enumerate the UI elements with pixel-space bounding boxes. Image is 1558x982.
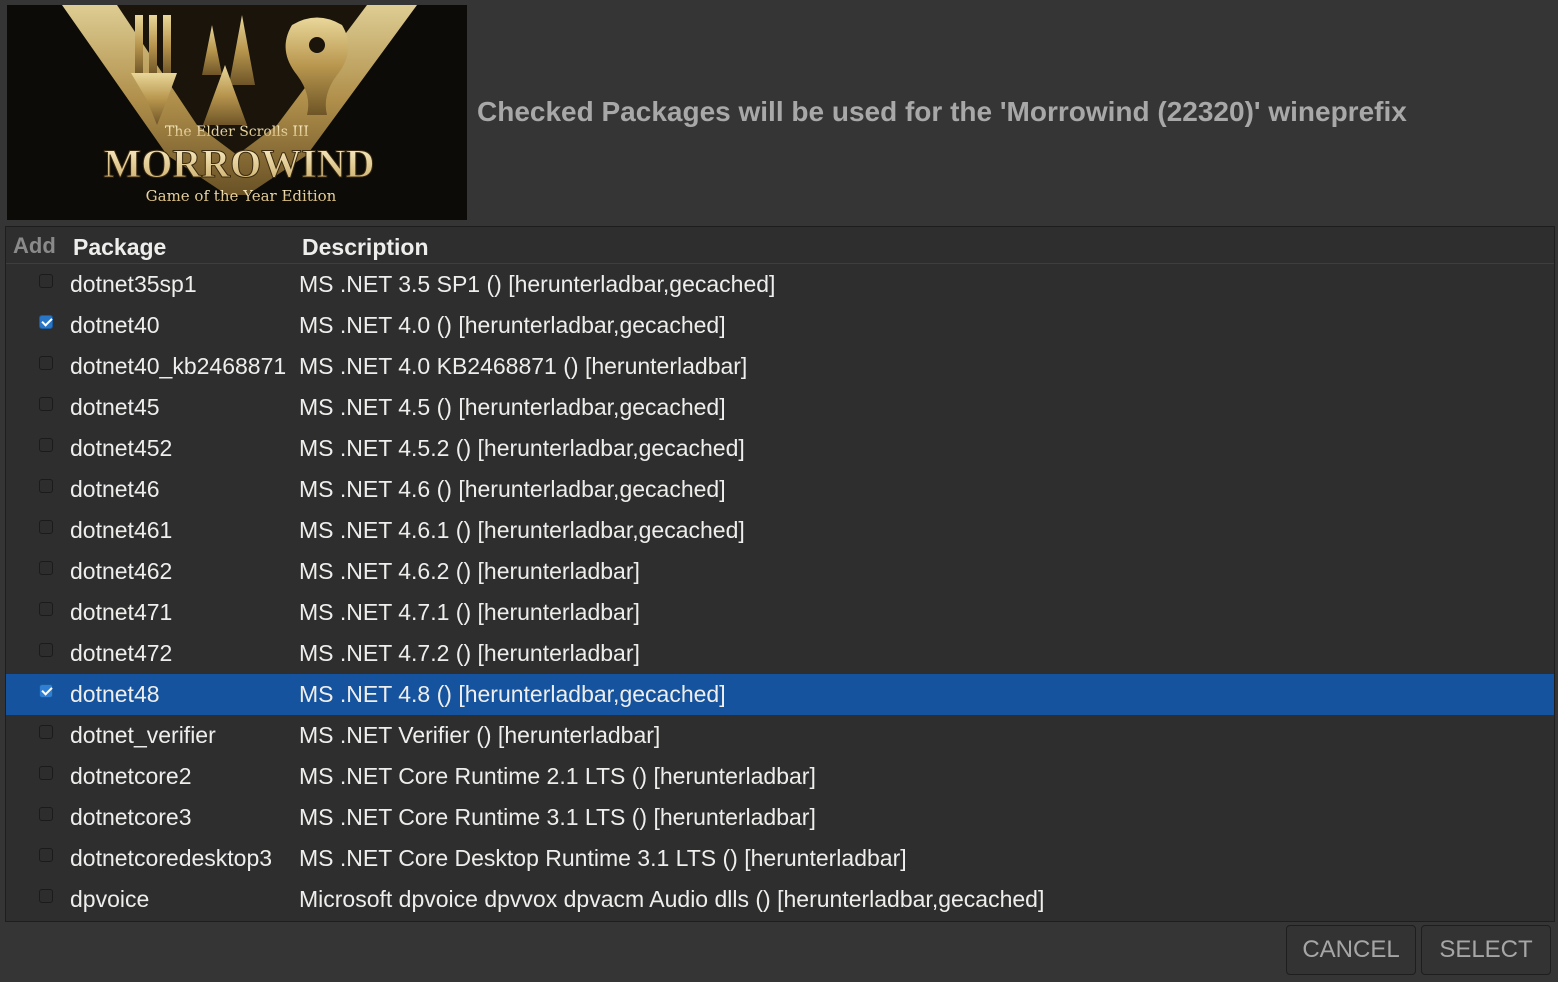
- table-row[interactable]: dotnet46 MS .NET 4.6 () [herunterladbar,g…: [6, 469, 1554, 510]
- add-checkbox[interactable]: [39, 889, 53, 903]
- package-name: dotnet462: [70, 558, 173, 584]
- banner-line1: The Elder Scrolls III: [165, 124, 309, 140]
- column-header-add[interactable]: Add: [13, 233, 56, 259]
- package-description: MS .NET 3.5 SP1 () [herunterladbar,gecac…: [299, 271, 776, 297]
- table-row[interactable]: dotnet_verifier MS .NET Verifier () [heru…: [6, 715, 1554, 756]
- add-checkbox[interactable]: [39, 643, 53, 657]
- add-checkbox[interactable]: [39, 397, 53, 411]
- table-row[interactable]: dotnet462 MS .NET 4.6.2 () [herunterladba…: [6, 551, 1554, 592]
- add-checkbox[interactable]: [39, 807, 53, 821]
- package-name: dotnet472: [70, 640, 173, 666]
- add-checkbox[interactable]: [39, 438, 53, 452]
- package-name: dotnet46: [70, 476, 160, 502]
- package-description: MS .NET 4.8 () [herunterladbar,gecached]: [299, 681, 726, 707]
- package-description: MS .NET 4.5.2 () [herunterladbar,gecache…: [299, 435, 745, 461]
- package-name: dotnetcore3: [70, 804, 192, 830]
- package-description: MS .NET 4.7.2 () [herunterladbar]: [299, 640, 640, 666]
- table-row[interactable]: dotnet45 MS .NET 4.5 () [herunterladbar,g…: [6, 387, 1554, 428]
- package-name: dotnet45: [70, 394, 160, 420]
- table-row[interactable]: dotnetcore3 MS .NET Core Runtime 3.1 LTS …: [6, 797, 1554, 838]
- package-name: dotnetcore2: [70, 763, 192, 789]
- package-name: dotnet40_kb2468871: [70, 353, 287, 379]
- add-checkbox[interactable]: [39, 725, 53, 739]
- package-description: MS .NET 4.6.1 () [herunterladbar,gecache…: [299, 517, 745, 543]
- table-row[interactable]: dpvoice Microsoft dpvoice dpvvox dpvacm A…: [6, 879, 1554, 920]
- package-name: dpvoice: [70, 886, 150, 912]
- add-checkbox[interactable]: [39, 520, 53, 534]
- package-name: dotnet471: [70, 599, 173, 625]
- table-row[interactable]: dotnet35sp1 MS .NET 3.5 SP1 () [herunterl…: [6, 264, 1554, 305]
- package-description: MS .NET Core Runtime 2.1 LTS () [herunte…: [299, 763, 816, 789]
- column-header-description[interactable]: Description: [302, 234, 429, 261]
- table-row[interactable]: dotnet471 MS .NET 4.7.1 () [herunterladba…: [6, 592, 1554, 633]
- select-button[interactable]: SELECT: [1421, 925, 1551, 975]
- package-description: MS .NET 4.6 () [herunterladbar,gecached]: [299, 476, 726, 502]
- banner-title: MORROWIND: [103, 141, 374, 186]
- add-checkbox[interactable]: [39, 315, 53, 329]
- package-description: MS .NET Core Desktop Runtime 3.1 LTS () …: [299, 845, 907, 871]
- add-checkbox[interactable]: [39, 561, 53, 575]
- package-description: MS .NET 4.7.1 () [herunterladbar]: [299, 599, 640, 625]
- banner-line3: Game of the Year Edition: [146, 187, 337, 205]
- package-description: MS .NET 4.0 () [herunterladbar,gecached]: [299, 312, 726, 338]
- package-name: dotnet35sp1: [70, 271, 197, 297]
- table-row[interactable]: dotnet40_kb2468871 MS .NET 4.0 KB2468871 …: [6, 346, 1554, 387]
- package-list[interactable]: Add Package Description dotnet35sp1 MS .N…: [5, 226, 1555, 922]
- table-row[interactable]: dotnet472 MS .NET 4.7.2 () [herunterladba…: [6, 633, 1554, 674]
- add-checkbox[interactable]: [39, 684, 53, 698]
- package-name: dotnet_verifier: [70, 722, 216, 748]
- package-description: MS .NET 4.6.2 () [herunterladbar]: [299, 558, 640, 584]
- package-description: MS .NET Core Runtime 3.1 LTS () [herunte…: [299, 804, 816, 830]
- cancel-button[interactable]: CANCEL: [1286, 925, 1416, 975]
- add-checkbox[interactable]: [39, 848, 53, 862]
- table-row[interactable]: dotnet461 MS .NET 4.6.1 () [herunterladba…: [6, 510, 1554, 551]
- package-name: dotnet48: [70, 681, 160, 707]
- package-name: dotnet461: [70, 517, 173, 543]
- package-name: dotnet40: [70, 312, 160, 338]
- list-rows: dotnet35sp1 MS .NET 3.5 SP1 () [herunterl…: [6, 264, 1554, 920]
- package-name: dotnet452: [70, 435, 173, 461]
- package-description: Microsoft dpvoice dpvvox dpvacm Audio dl…: [299, 886, 1045, 912]
- list-header: Add Package Description: [6, 227, 1554, 264]
- table-row[interactable]: dotnet48 MS .NET 4.8 () [herunterladbar,g…: [6, 674, 1554, 715]
- table-row[interactable]: dotnetcore2 MS .NET Core Runtime 2.1 LTS …: [6, 756, 1554, 797]
- dialog-header-text: Checked Packages will be used for the 'M…: [477, 96, 1407, 127]
- package-description: MS .NET Verifier () [herunterladbar]: [299, 722, 661, 748]
- table-row[interactable]: dotnet40 MS .NET 4.0 () [herunterladbar,g…: [6, 305, 1554, 346]
- package-description: MS .NET 4.0 KB2468871 () [herunterladbar…: [299, 353, 748, 379]
- table-row[interactable]: dotnetcoredesktop3 MS .NET Core Desktop R…: [6, 838, 1554, 879]
- game-banner-image: The Elder Scrolls III MORROWIND Game of …: [7, 5, 467, 220]
- package-description: MS .NET 4.5 () [herunterladbar,gecached]: [299, 394, 726, 420]
- column-header-package[interactable]: Package: [73, 234, 166, 261]
- add-checkbox[interactable]: [39, 274, 53, 288]
- package-name: dotnetcoredesktop3: [70, 845, 273, 871]
- add-checkbox[interactable]: [39, 356, 53, 370]
- add-checkbox[interactable]: [39, 602, 53, 616]
- package-selection-dialog: The Elder Scrolls III MORROWIND Game of …: [0, 0, 1558, 982]
- add-checkbox[interactable]: [39, 479, 53, 493]
- table-row[interactable]: dotnet452 MS .NET 4.5.2 () [herunterladba…: [6, 428, 1554, 469]
- add-checkbox[interactable]: [39, 766, 53, 780]
